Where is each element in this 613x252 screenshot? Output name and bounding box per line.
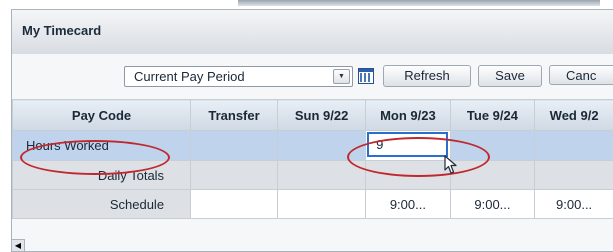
column-header-tue[interactable]: Tue 9/24 [450, 100, 535, 131]
panel-header: My Timecard [12, 10, 613, 55]
cell-transfer [191, 161, 278, 190]
cell-tue [450, 161, 535, 190]
row-label-hours-worked[interactable]: Hours Worked [13, 131, 191, 161]
cell-mon[interactable]: 9 [366, 131, 451, 161]
cell-sun[interactable] [278, 131, 366, 161]
row-label-daily-totals: Daily Totals [13, 161, 191, 190]
save-button[interactable]: Save [478, 65, 542, 87]
cell-wed[interactable]: 9:00... [535, 190, 613, 219]
cell-transfer[interactable] [191, 131, 278, 161]
table-row-hours-worked[interactable]: Hours Worked 9 [13, 131, 613, 161]
timecard-toolbar: Current Pay Period ▼ Refresh Save Canc [12, 54, 613, 99]
mouse-cursor-icon [444, 155, 458, 175]
refresh-button[interactable]: Refresh [383, 65, 471, 87]
column-header-transfer[interactable]: Transfer [191, 100, 278, 131]
table-header-row: Pay Code Transfer Sun 9/22 Mon 9/23 Tue … [13, 100, 613, 131]
pay-period-select[interactable]: Current Pay Period ▼ [124, 66, 353, 87]
cell-transfer[interactable] [191, 190, 278, 219]
timecard-grid: Pay Code Transfer Sun 9/22 Mon 9/23 Tue … [12, 99, 613, 219]
timecard-table: Pay Code Transfer Sun 9/22 Mon 9/23 Tue … [12, 99, 613, 219]
column-header-sun[interactable]: Sun 9/22 [278, 100, 366, 131]
cell-mon [366, 161, 451, 190]
pay-period-value: Current Pay Period [134, 69, 245, 84]
cell-sun[interactable] [278, 190, 366, 219]
row-label-schedule: Schedule [13, 190, 191, 219]
cell-wed[interactable] [535, 131, 613, 161]
column-header-wed[interactable]: Wed 9/2 [535, 100, 613, 131]
column-header-pay-code[interactable]: Pay Code [13, 100, 191, 131]
column-header-mon[interactable]: Mon 9/23 [366, 100, 451, 131]
table-row-schedule[interactable]: Schedule 9:00... 9:00... 9:00... [13, 190, 613, 219]
cell-mon[interactable]: 9:00... [366, 190, 451, 219]
panel-title: My Timecard [22, 23, 101, 38]
cell-wed [535, 161, 613, 190]
scroll-left-icon[interactable]: ◀ [11, 239, 25, 252]
calendar-icon[interactable] [358, 68, 374, 84]
table-row-daily-totals: Daily Totals [13, 161, 613, 190]
cancel-button[interactable]: Canc [549, 65, 613, 85]
chevron-down-icon[interactable]: ▼ [333, 69, 350, 84]
hours-input-mon[interactable]: 9 [367, 132, 448, 157]
window-edge-shadow [238, 0, 600, 6]
cell-tue[interactable]: 9:00... [450, 190, 535, 219]
timecard-panel: My Timecard Current Pay Period ▼ Refresh… [11, 9, 613, 252]
cell-tue[interactable] [450, 131, 535, 161]
cell-sun [278, 161, 366, 190]
